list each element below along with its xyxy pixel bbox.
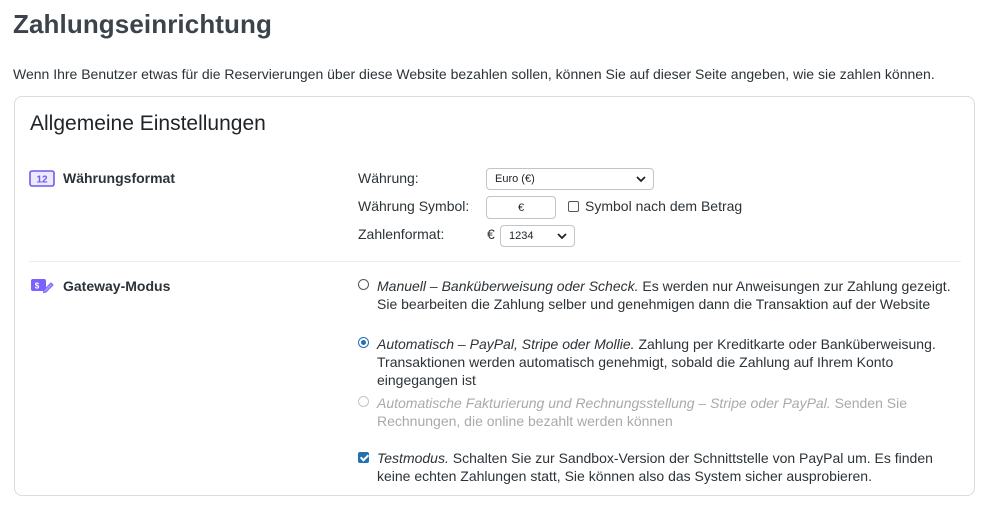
symbol-after-amount-label: Symbol nach dem Betrag bbox=[585, 198, 743, 214]
number-12-icon: 12 bbox=[29, 169, 55, 187]
page-intro: Wenn Ihre Benutzer etwas für die Reservi… bbox=[13, 66, 935, 82]
currency-format-text: Währungsformat bbox=[63, 170, 175, 186]
test-mode-checkbox[interactable] bbox=[358, 452, 369, 463]
gateway-option-automatic-title: Automatisch – PayPal, Stripe oder Mollie… bbox=[377, 336, 635, 352]
svg-text:$: $ bbox=[35, 282, 40, 291]
gateway-option-invoicing-radio[interactable] bbox=[358, 396, 369, 407]
currency-symbol-label: Währung Symbol: bbox=[358, 198, 470, 214]
number-format-value: 1234 bbox=[509, 230, 534, 242]
currency-format-label: 12 Währungsformat bbox=[29, 169, 175, 187]
gateway-option-invoicing-title: Automatische Fakturierung und Rechnungss… bbox=[377, 395, 831, 411]
symbol-after-amount-checkbox[interactable] bbox=[568, 201, 579, 212]
gateway-option-manual-title: Manuell – Banküberweisung oder Scheck. bbox=[377, 278, 639, 294]
currency-label: Währung: bbox=[358, 170, 419, 186]
number-format-label: Zahlenformat: bbox=[358, 226, 445, 242]
gateway-mode-label: $ Gateway-Modus bbox=[29, 277, 170, 295]
gateway-option-manual-text: Manuell – Banküberweisung oder Scheck. E… bbox=[377, 277, 962, 313]
test-mode-title: Testmodus. bbox=[377, 450, 449, 466]
page-title: Zahlungseinrichtung bbox=[13, 9, 273, 39]
gateway-option-invoicing-text: Automatische Fakturierung und Rechnungss… bbox=[377, 394, 962, 430]
payment-gateway-icon: $ bbox=[29, 277, 55, 295]
section-divider bbox=[29, 261, 961, 262]
chevron-down-icon bbox=[557, 233, 567, 240]
test-mode-text: Testmodus. Schalten Sie zur Sandbox-Vers… bbox=[377, 449, 962, 485]
currency-select[interactable]: Euro (€) bbox=[486, 168, 654, 190]
general-settings-card: Allgemeine Einstellungen 12 Währungsform… bbox=[14, 96, 975, 496]
currency-select-value: Euro (€) bbox=[495, 173, 535, 185]
gateway-option-manual-radio[interactable] bbox=[358, 279, 369, 290]
svg-text:12: 12 bbox=[36, 174, 48, 185]
test-mode-description: Schalten Sie zur Sandbox-Version der Sch… bbox=[377, 450, 933, 484]
number-format-prefix: € bbox=[487, 226, 495, 242]
chevron-down-icon bbox=[636, 176, 646, 183]
gateway-option-automatic-radio[interactable] bbox=[358, 337, 369, 348]
currency-symbol-value: € bbox=[517, 201, 525, 214]
gateway-option-automatic-text: Automatisch – PayPal, Stripe oder Mollie… bbox=[377, 335, 962, 389]
number-format-select[interactable]: 1234 bbox=[500, 225, 575, 247]
gateway-mode-text: Gateway-Modus bbox=[63, 278, 171, 294]
currency-symbol-input[interactable]: € bbox=[486, 196, 556, 219]
card-title: Allgemeine Einstellungen bbox=[30, 112, 266, 135]
